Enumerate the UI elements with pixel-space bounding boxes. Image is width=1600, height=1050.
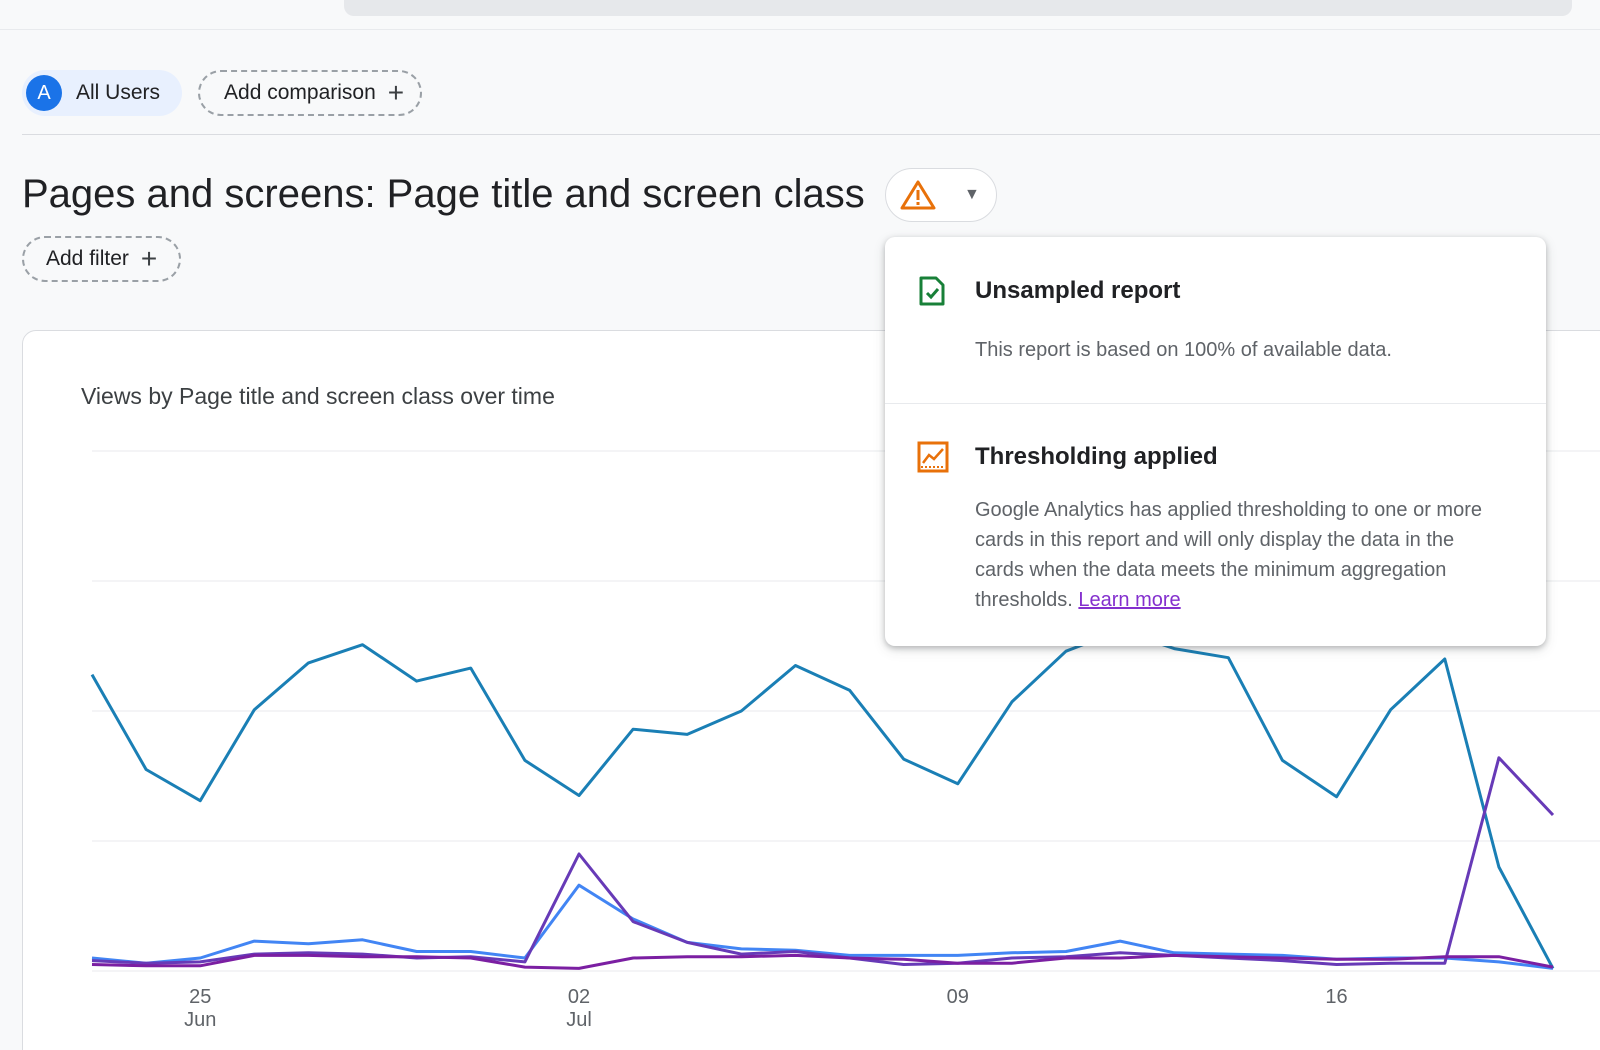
- thresholding-chart-icon: [917, 441, 949, 478]
- top-bar: [0, 0, 1600, 30]
- divider: [22, 134, 1600, 135]
- thresholding-section: Thresholding applied Google Analytics ha…: [885, 405, 1546, 646]
- add-filter-label: Add filter: [46, 247, 129, 270]
- unsampled-body: This report is based on 100% of availabl…: [975, 339, 1392, 361]
- segment-avatar: A: [26, 75, 62, 111]
- unsampled-heading: Unsampled report: [975, 277, 1181, 304]
- all-users-label: All Users: [76, 81, 161, 104]
- x-tick-label: 25: [189, 986, 211, 1008]
- x-tick-month-label: Jul: [566, 1009, 592, 1031]
- page-title: Pages and screens: Page title and screen…: [22, 172, 865, 216]
- series-line-4[interactable]: [91, 953, 1554, 970]
- x-tick-label: 02: [568, 986, 590, 1008]
- add-comparison-button[interactable]: Add comparison +: [198, 70, 423, 116]
- thresholding-heading: Thresholding applied: [975, 443, 1218, 470]
- search-bar[interactable]: [344, 0, 1572, 16]
- x-tick-label: 09: [947, 986, 969, 1008]
- chevron-down-icon: ▼: [964, 186, 980, 203]
- add-filter-button[interactable]: Add filter +: [22, 236, 182, 282]
- series-line-3[interactable]: [91, 756, 1555, 966]
- warning-triangle-icon: [900, 179, 936, 211]
- report-status-popover: Unsampled report This report is based on…: [885, 237, 1546, 646]
- plus-icon: +: [387, 77, 405, 108]
- all-users-chip[interactable]: A All Users: [22, 70, 183, 116]
- x-tick-month-label: Jun: [184, 1009, 216, 1031]
- learn-more-link[interactable]: Learn more: [1078, 589, 1180, 611]
- unsampled-section: Unsampled report This report is based on…: [885, 237, 1546, 404]
- comparison-row: A All Users Add comparison +: [22, 70, 423, 116]
- x-tick-label: 16: [1325, 986, 1347, 1008]
- plus-icon: +: [140, 243, 158, 274]
- document-check-icon: [917, 275, 947, 312]
- report-status-dropdown[interactable]: ▼: [885, 168, 997, 222]
- add-comparison-label: Add comparison: [224, 81, 376, 104]
- thresholding-text: Google Analytics has applied thresholdin…: [975, 499, 1482, 611]
- thresholding-body: Google Analytics has applied thresholdin…: [975, 495, 1505, 615]
- series-line-1[interactable]: [90, 628, 1555, 970]
